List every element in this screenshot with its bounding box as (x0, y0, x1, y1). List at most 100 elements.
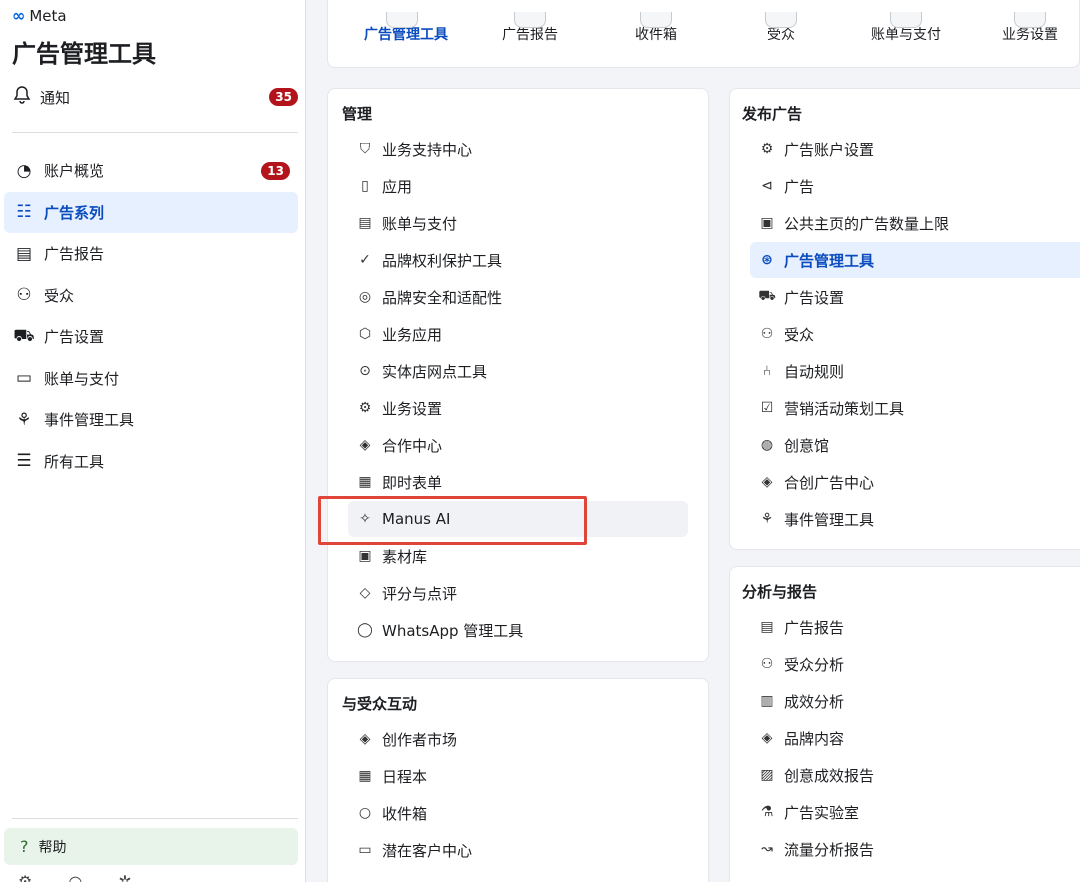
palette-icon: ◍ (760, 437, 774, 453)
manage-item-billing[interactable]: ▤ 账单与支付 (356, 205, 686, 241)
analyze-item-creative-reports[interactable]: ▨ 创意成效报告 (758, 757, 1078, 793)
sidebar-item-label: 所有工具 (44, 452, 105, 471)
tab-icon (1014, 12, 1046, 28)
engage-item-leads-center[interactable]: ▭ 潜在客户中心 (356, 832, 686, 868)
sidebar-item-all-tools[interactable]: ☰ 所有工具 (4, 441, 298, 483)
item-label: 素材库 (382, 547, 428, 566)
item-label: 事件管理工具 (784, 510, 875, 529)
publish-item-events-manager[interactable]: ⚘ 事件管理工具 (758, 501, 1078, 537)
publish-item-creative-hub[interactable]: ◍ 创意馆 (758, 427, 1078, 463)
manage-item-ratings-reviews[interactable]: ◇ 评分与点评 (356, 575, 686, 611)
sidebar-footer-icons: ⚙ ○ ✲ (18, 872, 132, 882)
sidebar-item-events-manager[interactable]: ⚘ 事件管理工具 (4, 399, 298, 441)
sidebar-item-label: 广告设置 (44, 328, 105, 347)
notifications-item[interactable]: 通知 35 (12, 84, 298, 110)
manage-item-partner-center[interactable]: ◈ 合作中心 (356, 427, 686, 463)
report-icon: ▤ (760, 619, 774, 635)
audience-icon: ⚇ (760, 656, 774, 672)
sidebar-item-campaigns[interactable]: ☷ 广告系列 (4, 191, 298, 233)
manage-item-brand-safety[interactable]: ◎ 品牌安全和适配性 (356, 279, 686, 315)
calendar-icon: ▦ (358, 768, 372, 784)
tab-ad-reports[interactable]: 广告报告 (502, 12, 558, 44)
menu-icon: ☰ (16, 451, 32, 472)
publish-item-campaign-planner[interactable]: ☑ 营销活动策划工具 (758, 390, 1078, 426)
item-label: WhatsApp 管理工具 (382, 621, 524, 640)
rules-icon: ⑃ (762, 363, 772, 379)
manage-item-whatsapp-manager[interactable]: ◯ WhatsApp 管理工具 (356, 612, 686, 648)
manage-item-business-apps[interactable]: ⬡ 业务应用 (356, 316, 686, 352)
item-label: 品牌安全和适配性 (382, 288, 503, 307)
manage-item-brand-rights[interactable]: ✓ 品牌权利保护工具 (356, 242, 686, 278)
engage-item-inbox[interactable]: ○ 收件箱 (356, 795, 686, 831)
manage-item-business-support[interactable]: ⛉ 业务支持中心 (356, 131, 686, 167)
flask-icon: ⚗ (760, 804, 774, 820)
manage-item-asset-library[interactable]: ▣ 素材库 (356, 538, 686, 574)
item-label: 广告设置 (784, 288, 845, 307)
tab-ads-manager[interactable]: 广告管理工具 (364, 12, 448, 44)
sparkle-hand-icon: ✧ (359, 511, 371, 527)
report-icon: ▤ (15, 243, 33, 264)
manage-item-instant-forms[interactable]: ▦ 即时表单 (356, 464, 686, 500)
manage-item-business-settings[interactable]: ⚙ 业务设置 (356, 390, 686, 426)
tab-label: 广告报告 (502, 27, 558, 43)
planner-icon: ☑ (760, 400, 774, 416)
tab-business-settings[interactable]: 业务设置 (1002, 12, 1058, 44)
publish-item-ad-account-settings[interactable]: ⚙ 广告账户设置 (758, 131, 1078, 167)
bug-icon[interactable]: ✲ (118, 872, 131, 882)
analyze-item-traffic-reports[interactable]: ↝ 流量分析报告 (758, 831, 1078, 867)
item-label: 合创广告中心 (784, 473, 875, 492)
location-pin-icon: ⊙ (359, 363, 371, 379)
sidebar-item-account-overview[interactable]: ◔ 账户概览 13 (4, 150, 298, 192)
tab-billing[interactable]: 账单与支付 (871, 12, 941, 44)
tab-icon (640, 12, 672, 28)
manage-item-manus-ai[interactable]: ✧ Manus AI (348, 501, 688, 537)
publish-item-audiences[interactable]: ⚇ 受众 (758, 316, 1078, 352)
analyze-item-branded-content[interactable]: ◈ 品牌内容 (758, 720, 1078, 756)
item-label: 受众 (784, 325, 815, 344)
campaign-table-icon: ☷ (16, 202, 32, 223)
events-icon: ⚘ (16, 409, 32, 430)
panel-publish: 发布广告 ⚙ 广告账户设置 ⊲ 广告 ▣ 公共主页的广告数量上限 ⊛ 广告管理工具 ⛟ 广… (729, 88, 1080, 550)
item-label: 受众分析 (784, 655, 845, 674)
publish-item-partnership-ads[interactable]: ◈ 合创广告中心 (758, 464, 1078, 500)
publish-item-ads-manager[interactable]: ⊛ 广告管理工具 (750, 242, 1080, 278)
manage-item-apps[interactable]: ▯ 应用 (356, 168, 686, 204)
engage-item-creator-marketplace[interactable]: ◈ 创作者市场 (356, 721, 686, 757)
publish-item-automated-rules[interactable]: ⑃ 自动规则 (758, 353, 1078, 389)
search-icon[interactable]: ○ (68, 872, 82, 882)
analyze-item-ad-reports[interactable]: ▤ 广告报告 (758, 609, 1078, 645)
sidebar-item-label: 广告系列 (44, 203, 105, 222)
handshake-icon: ◈ (359, 731, 371, 747)
sidebar-item-label: 受众 (44, 286, 75, 305)
sidebar-item-ad-reports[interactable]: ▤ 广告报告 (4, 233, 298, 275)
engage-item-calendar[interactable]: ▦ 日程本 (356, 758, 686, 794)
publish-item-ads[interactable]: ⊲ 广告 (758, 168, 1078, 204)
shield-icon: ◎ (358, 289, 372, 305)
page-limit-icon: ▣ (760, 215, 774, 231)
analyze-item-performance[interactable]: ▥ 成效分析 (758, 683, 1078, 719)
sidebar-item-audiences[interactable]: ⚇ 受众 (4, 275, 298, 317)
analyze-item-audience-insights[interactable]: ⚇ 受众分析 (758, 646, 1078, 682)
publish-item-ad-settings[interactable]: ⛟ 广告设置 (758, 279, 1078, 315)
settings-icon[interactable]: ⚙ (18, 872, 32, 882)
meta-brand[interactable]: ∞ Meta (12, 6, 67, 25)
manage-item-store-locations[interactable]: ⊙ 实体店网点工具 (356, 353, 686, 389)
phone-icon: ▯ (361, 178, 369, 194)
tab-label: 业务设置 (1002, 27, 1058, 43)
item-label: 业务设置 (382, 399, 443, 418)
publish-item-page-ad-limit[interactable]: ▣ 公共主页的广告数量上限 (758, 205, 1078, 241)
compass-icon: ⊛ (761, 252, 773, 268)
help-button[interactable]: ? 帮助 (4, 828, 298, 865)
tab-audiences[interactable]: 受众 (765, 12, 797, 44)
item-label: 合作中心 (382, 436, 443, 455)
item-label: 创意馆 (784, 436, 830, 455)
bar-chart-icon: ▥ (760, 693, 774, 709)
sidebar-item-billing[interactable]: ▭ 账单与支付 (4, 358, 298, 400)
tab-inbox[interactable]: 收件箱 (635, 12, 677, 44)
top-tab-bar: 广告管理工具 广告报告 收件箱 受众 账单与支付 业务设置 (327, 0, 1080, 68)
account-settings-icon: ⚙ (760, 141, 774, 157)
sidebar-item-label: 事件管理工具 (44, 411, 135, 430)
sidebar-item-ad-settings[interactable]: ⛟ 广告设置 (4, 316, 298, 358)
analyze-item-experiments[interactable]: ⚗ 广告实验室 (758, 794, 1078, 830)
ad-settings-icon: ⛟ (13, 325, 35, 346)
